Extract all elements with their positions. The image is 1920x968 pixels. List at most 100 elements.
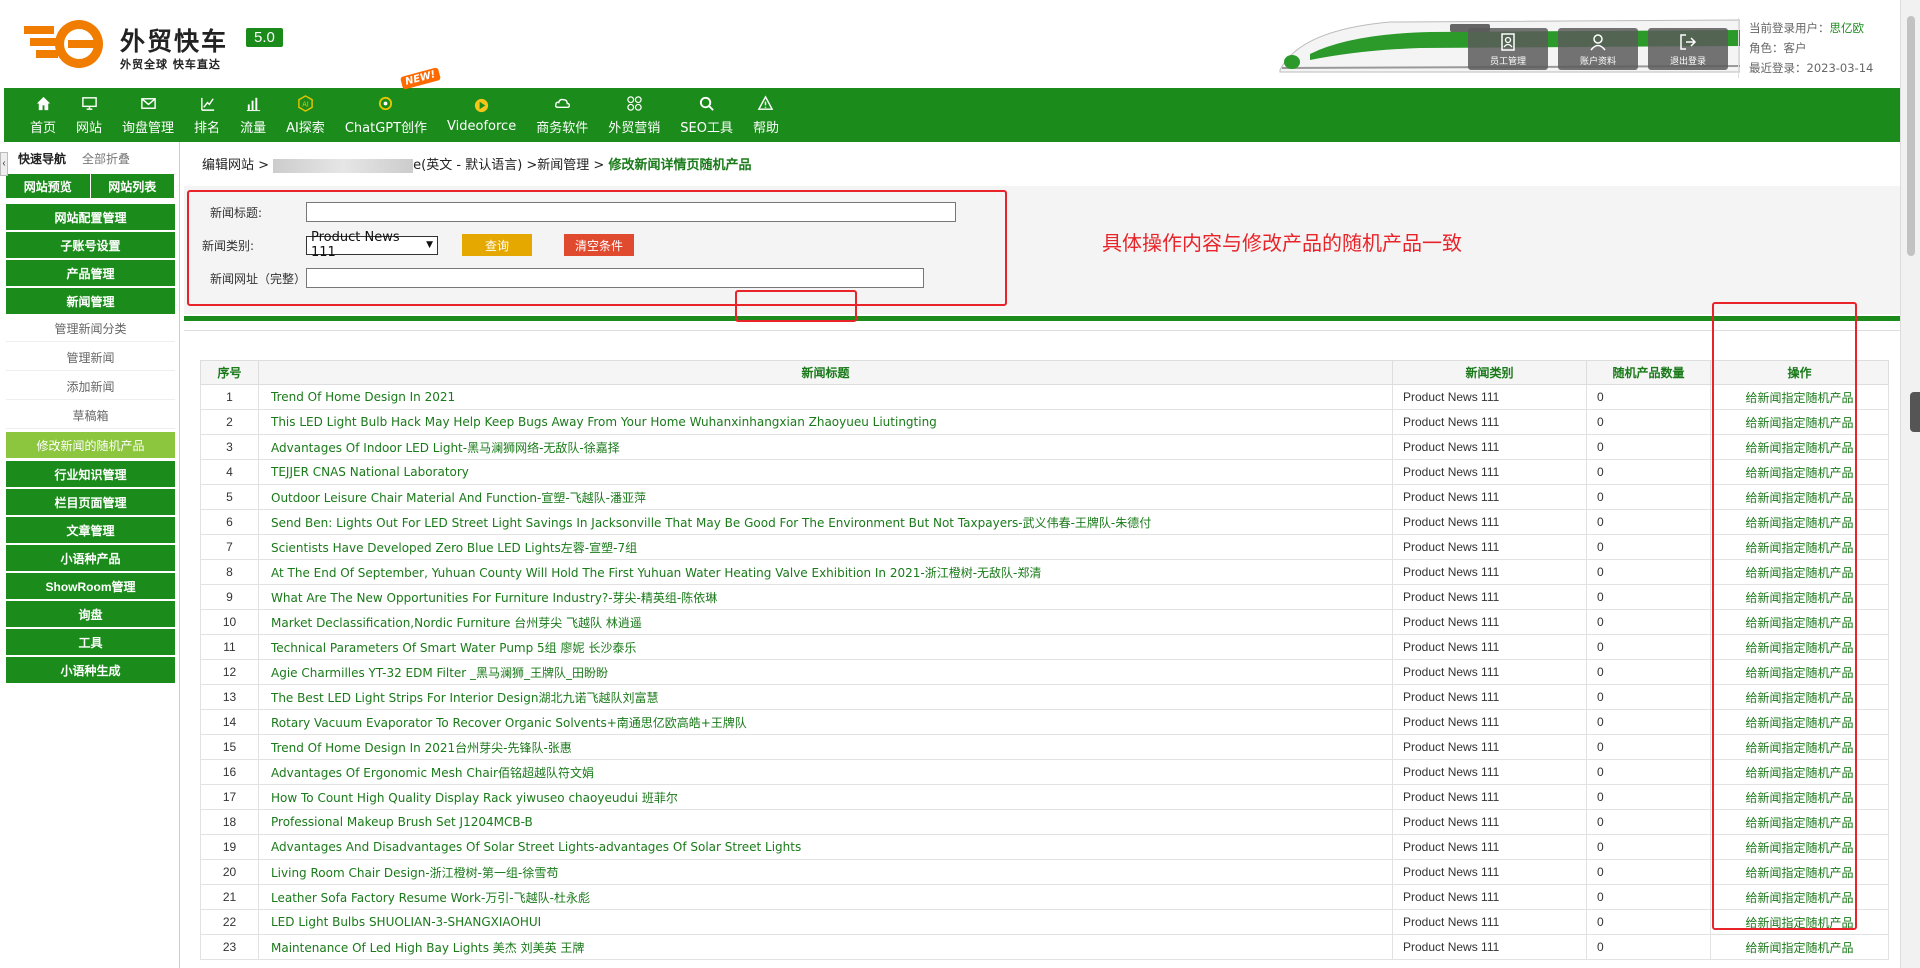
sidebar-item-tools[interactable]: 工具 <box>6 629 175 655</box>
nav-marketing[interactable]: 外贸营销 <box>598 88 670 142</box>
sidebar-sub-news-random-products[interactable]: 修改新闻的随机产品 <box>6 432 175 458</box>
nav-help[interactable]: 帮助 <box>743 88 789 142</box>
table-row: 12 Agie Charmilles YT-32 EDM Filter _黑马澜狮… <box>200 659 1889 685</box>
row-news-title-link[interactable]: Living Room Chair Design-浙江橙树-第一组-徐雪苟 <box>258 859 1393 885</box>
divider-green <box>184 316 1900 321</box>
site-list-button[interactable]: 网站列表 <box>90 174 174 198</box>
header: 外贸快车 外贸全球 快车直达 5.0 员工管理 账户资料 退出登录 当前登录用户… <box>0 0 1920 88</box>
row-no: 1 <box>200 384 259 410</box>
sidebar-sub-manage-news[interactable]: 管理新闻 <box>6 345 175 371</box>
site-preview-button[interactable]: 网站预览 <box>6 174 90 198</box>
mail-icon <box>139 95 157 113</box>
news-table: 序号 新闻标题 新闻类别 随机产品数量 操作 1 Trend Of Home De… <box>200 360 1889 960</box>
sidebar-item-minor-language-generate[interactable]: 小语种生成 <box>6 657 175 683</box>
sidebar-item-showroom[interactable]: ShowRoom管理 <box>6 573 175 599</box>
collapse-all-link[interactable]: 全部折叠 <box>82 150 130 167</box>
nav-business-software-label: 商务软件 <box>536 120 589 136</box>
annotation-box-action-column <box>1712 302 1857 930</box>
logo[interactable]: 外贸快车 外贸全球 快车直达 5.0 <box>24 16 314 72</box>
sidebar: ‹ 快速导航 全部折叠 网站预览 网站列表 网站配置管理 子账号设置 产品管理 … <box>0 142 180 968</box>
table-row: 18 Professional Makeup Brush Set J1204MCB… <box>200 809 1889 835</box>
col-header-title: 新闻标题 <box>258 360 1393 385</box>
logout-button[interactable]: 退出登录 <box>1648 28 1728 70</box>
nav-home[interactable]: 首页 <box>20 88 66 142</box>
row-news-title-link[interactable]: Outdoor Leisure Chair Material And Funct… <box>258 484 1393 510</box>
row-news-title-link[interactable]: This LED Light Bulb Hack May Help Keep B… <box>258 409 1393 435</box>
row-news-title-link[interactable]: Advantages Of Indoor LED Light-黑马澜狮网络-无敌… <box>258 434 1393 460</box>
vertical-scrollbar[interactable] <box>1900 0 1920 968</box>
sidebar-item-industry-knowledge[interactable]: 行业知识管理 <box>6 461 175 487</box>
cloud-icon <box>553 95 571 113</box>
logout-icon <box>1680 33 1697 50</box>
table-row: 22 LED Light Bulbs SHUOLIAN-3-SHANGXIAOHU… <box>200 909 1889 935</box>
nav-ai-explore[interactable]: AI AI探索 <box>276 88 335 142</box>
app-window: { "header": { "logo_title": "外贸快车", "log… <box>0 0 1920 968</box>
user-info: 当前登录用户：思亿欧 角色：客户 最近登录：2023-03-14 <box>1738 18 1908 78</box>
sidebar-item-articles[interactable]: 文章管理 <box>6 517 175 543</box>
row-assign-random-products-link[interactable]: 给新闻指定随机产品 <box>1710 934 1889 960</box>
row-news-title-link[interactable]: LED Light Bulbs SHUOLIAN-3-SHANGXIAOHUI <box>258 909 1393 935</box>
user-role: 角色：客户 <box>1749 41 1807 55</box>
nav-seo-tools-label: SEO工具 <box>680 120 733 136</box>
row-news-title-link[interactable]: Scientists Have Developed Zero Blue LED … <box>258 534 1393 560</box>
row-news-title-link[interactable]: How To Count High Quality Display Rack y… <box>258 784 1393 810</box>
row-news-title-link[interactable]: Send Ben: Lights Out For LED Street Ligh… <box>258 509 1393 535</box>
staff-management-button[interactable]: 员工管理 <box>1468 28 1548 70</box>
nav-inquiry[interactable]: 询盘管理 <box>112 88 184 142</box>
row-category: Product News 111 <box>1392 709 1587 735</box>
sidebar-sub-add-news[interactable]: 添加新闻 <box>6 374 175 400</box>
row-random-count: 0 <box>1586 459 1711 485</box>
sidebar-sub-news-categories[interactable]: 管理新闻分类 <box>6 316 175 342</box>
scrollbar-thumb[interactable] <box>1907 16 1915 256</box>
row-category: Product News 111 <box>1392 434 1587 460</box>
sidebar-item-column-pages[interactable]: 栏目页面管理 <box>6 489 175 515</box>
nav-seo-tools[interactable]: SEO工具 <box>670 88 743 142</box>
annotation-text: 具体操作内容与修改产品的随机产品一致 <box>1102 231 1462 255</box>
nav-home-label: 首页 <box>30 120 57 136</box>
main-nav: 首页 网站 询盘管理 排名 流量 AI AI探索 NEW! ChatGPT创作 … <box>4 67 1900 142</box>
row-no: 7 <box>200 534 259 560</box>
row-no: 11 <box>200 634 259 660</box>
row-news-title-link[interactable]: Agie Charmilles YT-32 EDM Filter _黑马澜狮_王… <box>258 659 1393 685</box>
user-name[interactable]: 思亿欧 <box>1830 21 1865 35</box>
row-news-title-link[interactable]: Advantages And Disadvantages Of Solar St… <box>258 834 1393 860</box>
sidebar-item-products[interactable]: 产品管理 <box>6 260 175 286</box>
sidebar-item-sub-accounts[interactable]: 子账号设置 <box>6 232 175 258</box>
nav-chatgpt[interactable]: NEW! ChatGPT创作 <box>335 67 441 142</box>
row-no: 5 <box>200 484 259 510</box>
row-news-title-link[interactable]: Maintenance Of Led High Bay Lights 美杰 刘美… <box>258 934 1393 960</box>
account-info-button[interactable]: 账户资料 <box>1558 28 1638 70</box>
side-drawer-handle[interactable] <box>1910 392 1920 432</box>
row-news-title-link[interactable]: Advantages Of Ergonomic Mesh Chair佰铭超越队符… <box>258 759 1393 785</box>
row-news-title-link[interactable]: Leather Sofa Factory Resume Work-万引-飞越队-… <box>258 884 1393 910</box>
sidebar-sub-drafts[interactable]: 草稿箱 <box>6 403 175 429</box>
divider-thin <box>184 330 1900 331</box>
row-news-title-link[interactable]: Trend Of Home Design In 2021台州芽尖-先锋队-张惠 <box>258 734 1393 760</box>
row-news-title-link[interactable]: What Are The New Opportunities For Furni… <box>258 584 1393 610</box>
sidebar-toggle-button[interactable]: ‹ <box>0 152 8 176</box>
row-random-count: 0 <box>1586 634 1711 660</box>
svg-text:AI: AI <box>302 100 309 108</box>
news-table-wrap: 序号 新闻标题 新闻类别 随机产品数量 操作 1 Trend Of Home De… <box>200 360 1889 960</box>
row-news-title-link[interactable]: Rotary Vacuum Evaporator To Recover Orga… <box>258 709 1393 735</box>
row-news-title-link[interactable]: Professional Makeup Brush Set J1204MCB-B <box>258 809 1393 835</box>
row-news-title-link[interactable]: TEJJER CNAS National Laboratory <box>258 459 1393 485</box>
row-random-count: 0 <box>1586 809 1711 835</box>
breadcrumb-edit-site[interactable]: 编辑网站 > <box>202 158 273 173</box>
row-news-title-link[interactable]: The Best LED Light Strips For Interior D… <box>258 684 1393 710</box>
nav-traffic[interactable]: 流量 <box>230 88 276 142</box>
nav-videoforce[interactable]: Videoforce <box>437 88 526 142</box>
row-news-title-link[interactable]: Technical Parameters Of Smart Water Pump… <box>258 634 1393 660</box>
sidebar-item-inquiry[interactable]: 询盘 <box>6 601 175 627</box>
row-news-title-link[interactable]: Market Declassification,Nordic Furniture… <box>258 609 1393 635</box>
nav-website[interactable]: 网站 <box>66 88 112 142</box>
nav-ranking[interactable]: 排名 <box>184 88 230 142</box>
sidebar-item-news[interactable]: 新闻管理 <box>6 288 175 314</box>
row-news-title-link[interactable]: At The End Of September, Yuhuan County W… <box>258 559 1393 585</box>
nav-business-software[interactable]: 商务软件 <box>526 88 598 142</box>
row-random-count: 0 <box>1586 484 1711 510</box>
row-news-title-link[interactable]: Trend Of Home Design In 2021 <box>258 384 1393 410</box>
breadcrumb-site-suffix[interactable]: e(英文 - 默认语言) >新闻管理 > <box>413 158 608 173</box>
sidebar-item-site-config[interactable]: 网站配置管理 <box>6 204 175 230</box>
sidebar-item-minor-language-products[interactable]: 小语种产品 <box>6 545 175 571</box>
